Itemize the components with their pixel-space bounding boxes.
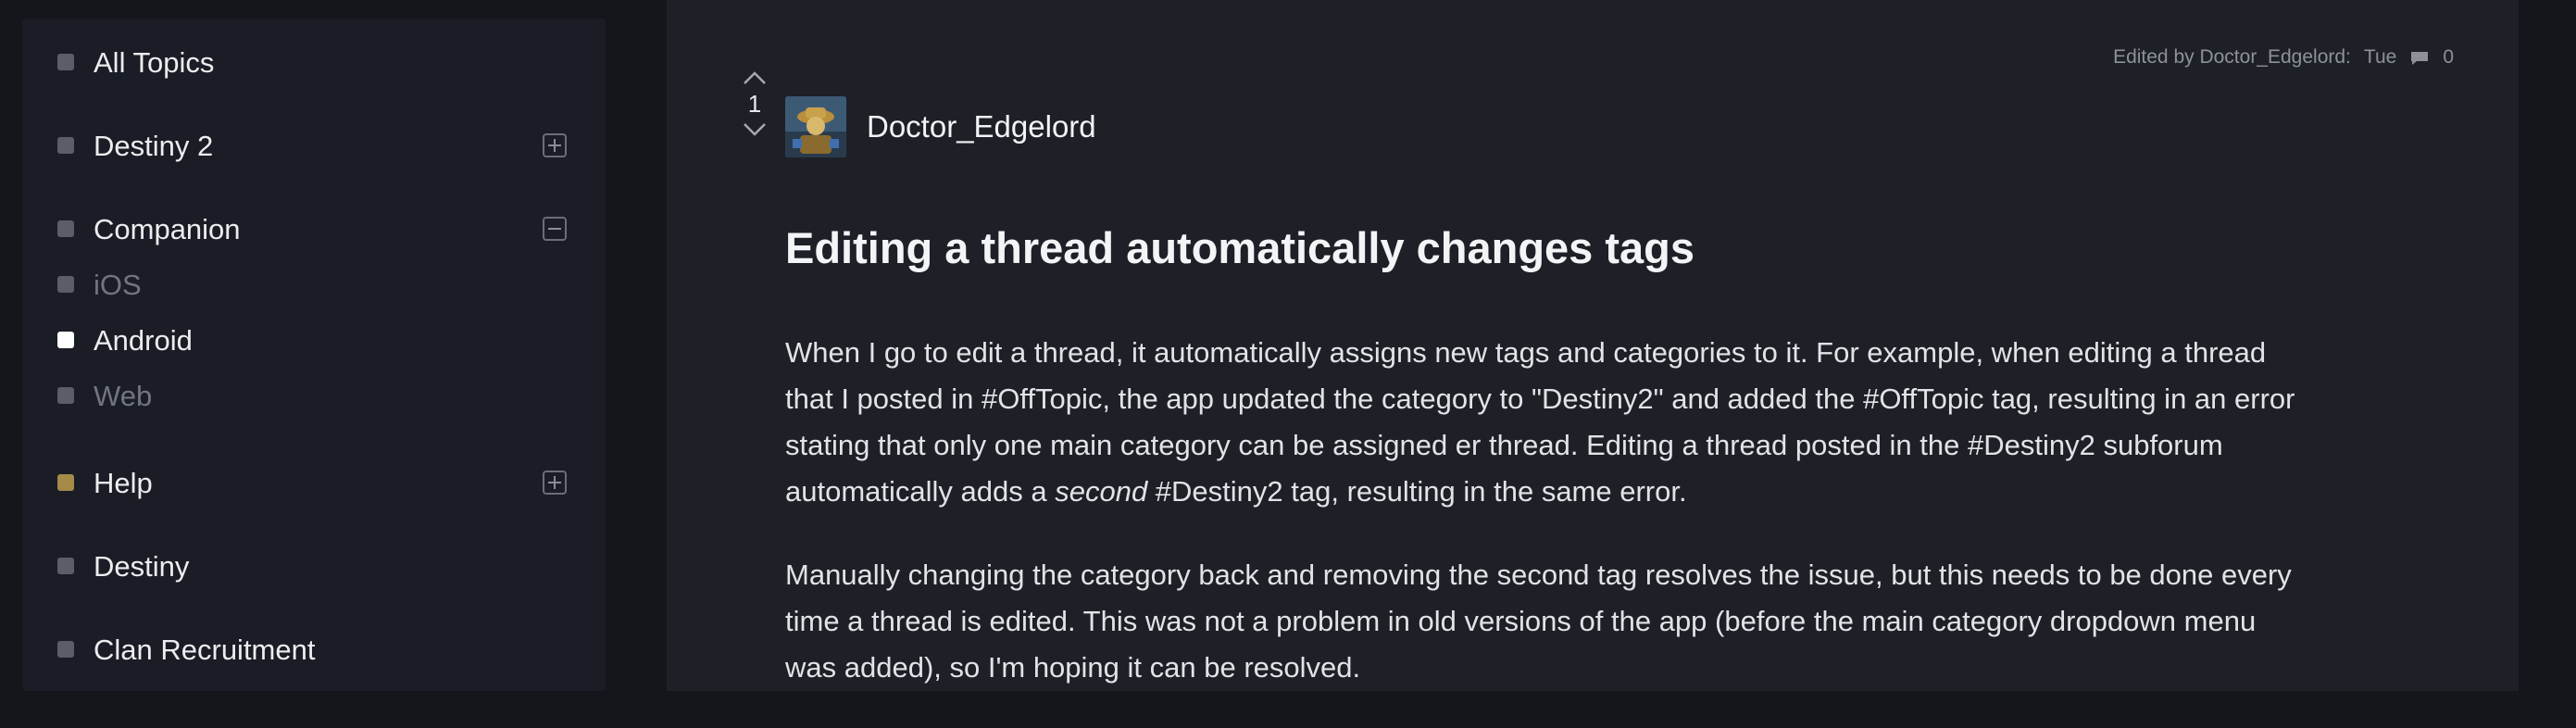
- sidebar-item-all-topics[interactable]: All Topics: [22, 44, 606, 91]
- upvote-button[interactable]: [722, 70, 787, 85]
- sidebar-item-ios[interactable]: iOS: [22, 267, 606, 313]
- category-square-icon: [57, 387, 74, 404]
- author-name[interactable]: Doctor_Edgelord: [867, 109, 1096, 144]
- vote-control: 1: [722, 70, 787, 137]
- sidebar-item-destiny[interactable]: Destiny: [22, 548, 606, 595]
- sidebar-item-destiny-2[interactable]: Destiny 2: [22, 128, 606, 174]
- expand-icon[interactable]: [543, 471, 567, 495]
- sidebar-item-help[interactable]: Help: [22, 465, 606, 511]
- avatar[interactable]: [785, 96, 846, 157]
- sidebar-item-clan-recruitment[interactable]: Clan Recruitment: [22, 632, 606, 678]
- sidebar-item-label: iOS: [94, 269, 142, 301]
- post-paragraph: Manually changing the category back and …: [785, 559, 2292, 684]
- edited-time: Tue: [2363, 46, 2397, 68]
- vote-count: 1: [747, 90, 762, 118]
- sidebar-item-label: Android: [94, 324, 193, 357]
- category-square-icon: [57, 276, 74, 293]
- sidebar-item-label: All Topics: [94, 46, 215, 79]
- post-body: When I go to edit a thread, it automatic…: [785, 330, 2304, 728]
- sidebar-item-label: Clan Recruitment: [94, 634, 316, 666]
- category-square-icon: [57, 474, 74, 491]
- thread-title: Editing a thread automatically changes t…: [785, 223, 1695, 272]
- category-square-icon: [57, 54, 74, 70]
- downvote-button[interactable]: [722, 122, 787, 137]
- sidebar-item-android[interactable]: Android: [22, 322, 606, 369]
- category-square-icon: [57, 558, 74, 574]
- expand-icon[interactable]: [543, 133, 567, 157]
- category-square-icon: [57, 332, 74, 348]
- sidebar-item-label: Help: [94, 467, 153, 499]
- reply-count: 0: [2443, 46, 2454, 68]
- post-meta: Edited by Doctor_Edgelord: Tue 0: [2113, 46, 2454, 69]
- comment-icon[interactable]: [2409, 50, 2430, 65]
- category-square-icon: [57, 137, 74, 154]
- sidebar-item-label: Destiny 2: [94, 130, 214, 162]
- sidebar-item-web[interactable]: Web: [22, 378, 606, 424]
- post-paragraph: When I go to edit a thread, it automatic…: [785, 336, 2295, 508]
- sidebar-item-label: Web: [94, 380, 153, 412]
- sidebar-item-label: Companion: [94, 213, 241, 245]
- thread-post: Edited by Doctor_Edgelord: Tue 0 1 Docto…: [667, 0, 2519, 691]
- edited-by-label: Edited by Doctor_Edgelord:: [2113, 46, 2351, 68]
- category-square-icon: [57, 220, 74, 237]
- sidebar: All Topics Destiny 2 Companion iOS Andro…: [22, 19, 606, 691]
- category-square-icon: [57, 641, 74, 658]
- collapse-icon[interactable]: [543, 217, 567, 241]
- sidebar-item-label: Destiny: [94, 550, 190, 583]
- sidebar-item-companion[interactable]: Companion: [22, 211, 606, 257]
